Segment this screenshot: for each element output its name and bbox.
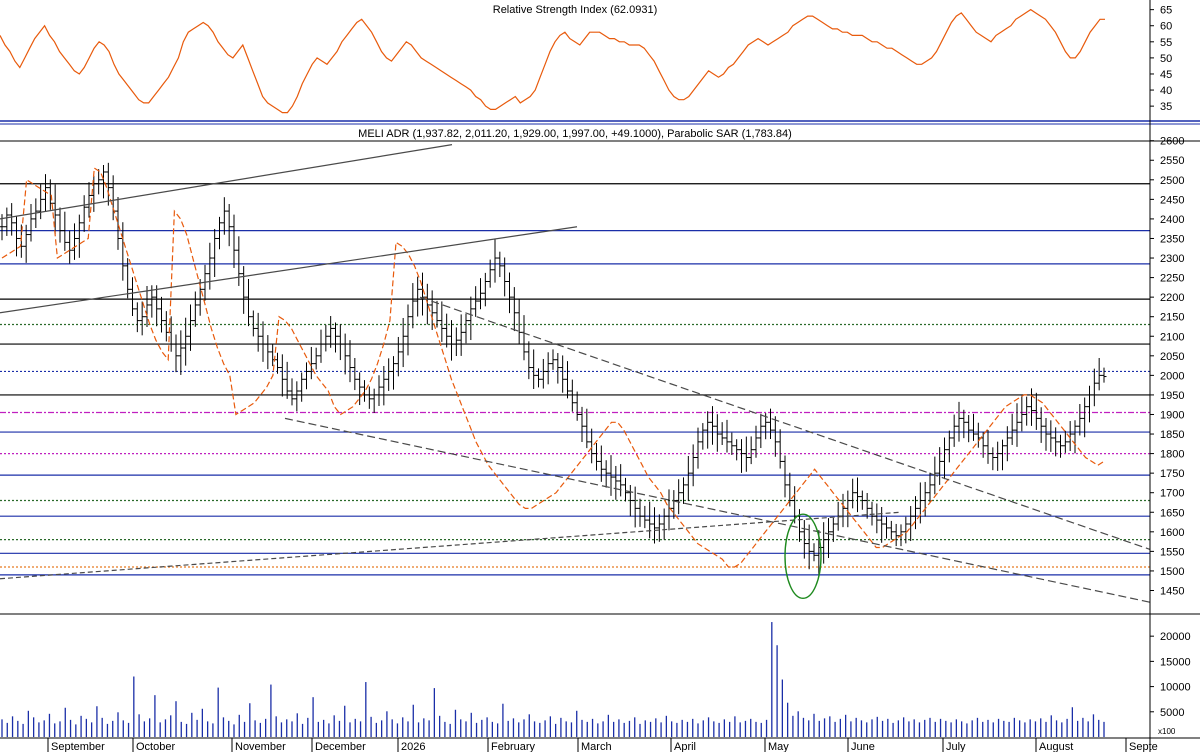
chart-canvas: 35 40 45 50 55 60 65 1450 1500 1550 1600 1650 1700 1…	[0, 0, 1200, 752]
y-tick-label: 2550	[1160, 155, 1184, 167]
y-tick-label: 50	[1160, 53, 1172, 65]
y-tick-label: 2050	[1160, 351, 1184, 363]
y-tick-label: 2400	[1160, 214, 1184, 226]
y-tick-label: 1700	[1160, 488, 1184, 500]
x-tick-label: Septe	[1129, 741, 1158, 752]
y-tick-label: 1600	[1160, 527, 1184, 539]
y-tick-label: 1900	[1160, 409, 1184, 421]
x-tick-label: May	[768, 741, 789, 752]
x-tick-label: November	[235, 741, 286, 752]
y-tick-label: 2600	[1160, 136, 1184, 148]
y-tick-label: 1800	[1160, 449, 1184, 461]
x-tick-label: April	[674, 741, 696, 752]
x-tick-label: July	[946, 741, 966, 752]
y-tick-label: 5000	[1160, 707, 1184, 719]
y-tick-label: 1550	[1160, 546, 1184, 558]
y-tick-label: 1850	[1160, 429, 1184, 441]
x-tick-label: August	[1039, 741, 1073, 752]
y-tick-label: 10000	[1160, 682, 1191, 694]
y-tick-label: 15000	[1160, 656, 1191, 668]
y-tick-label: 35	[1160, 101, 1172, 113]
y-tick-label: 2450	[1160, 194, 1184, 206]
x-tick-label: December	[315, 741, 366, 752]
y-tick-label: 65	[1160, 5, 1172, 17]
price-title: MELI ADR (1,937.82, 2,011.20, 1,929.00, …	[358, 128, 792, 140]
y-tick-label: 2250	[1160, 273, 1184, 285]
y-tick-label: 1950	[1160, 390, 1184, 402]
y-tick-label: 1650	[1160, 507, 1184, 519]
y-tick-label: 2100	[1160, 331, 1184, 343]
x-tick-label: 2026	[401, 741, 425, 752]
x-tick-label: March	[581, 741, 612, 752]
y-tick-label: 20000	[1160, 631, 1191, 643]
x-tick-label: February	[491, 741, 536, 752]
y-tick-label: 2150	[1160, 312, 1184, 324]
rsi-title: Relative Strength Index (62.0931)	[493, 4, 658, 16]
x-tick-label: June	[851, 741, 875, 752]
y-tick-label: 2500	[1160, 175, 1184, 187]
y-tick-label: 1750	[1160, 468, 1184, 480]
y-tick-label: 2350	[1160, 233, 1184, 245]
x-tick-label: October	[136, 741, 175, 752]
y-tick-label: 60	[1160, 21, 1172, 33]
y-tick-label: 2200	[1160, 292, 1184, 304]
x-tick-label: September	[51, 741, 105, 752]
y-tick-label: 40	[1160, 85, 1172, 97]
y-tick-label: 45	[1160, 69, 1172, 81]
y-tick-label: 1450	[1160, 585, 1184, 597]
volume-unit-label: x100	[1158, 727, 1176, 736]
y-tick-label: 55	[1160, 37, 1172, 49]
y-tick-label: 1500	[1160, 566, 1184, 578]
y-tick-label: 2000	[1160, 370, 1184, 382]
y-tick-label: 2300	[1160, 253, 1184, 265]
